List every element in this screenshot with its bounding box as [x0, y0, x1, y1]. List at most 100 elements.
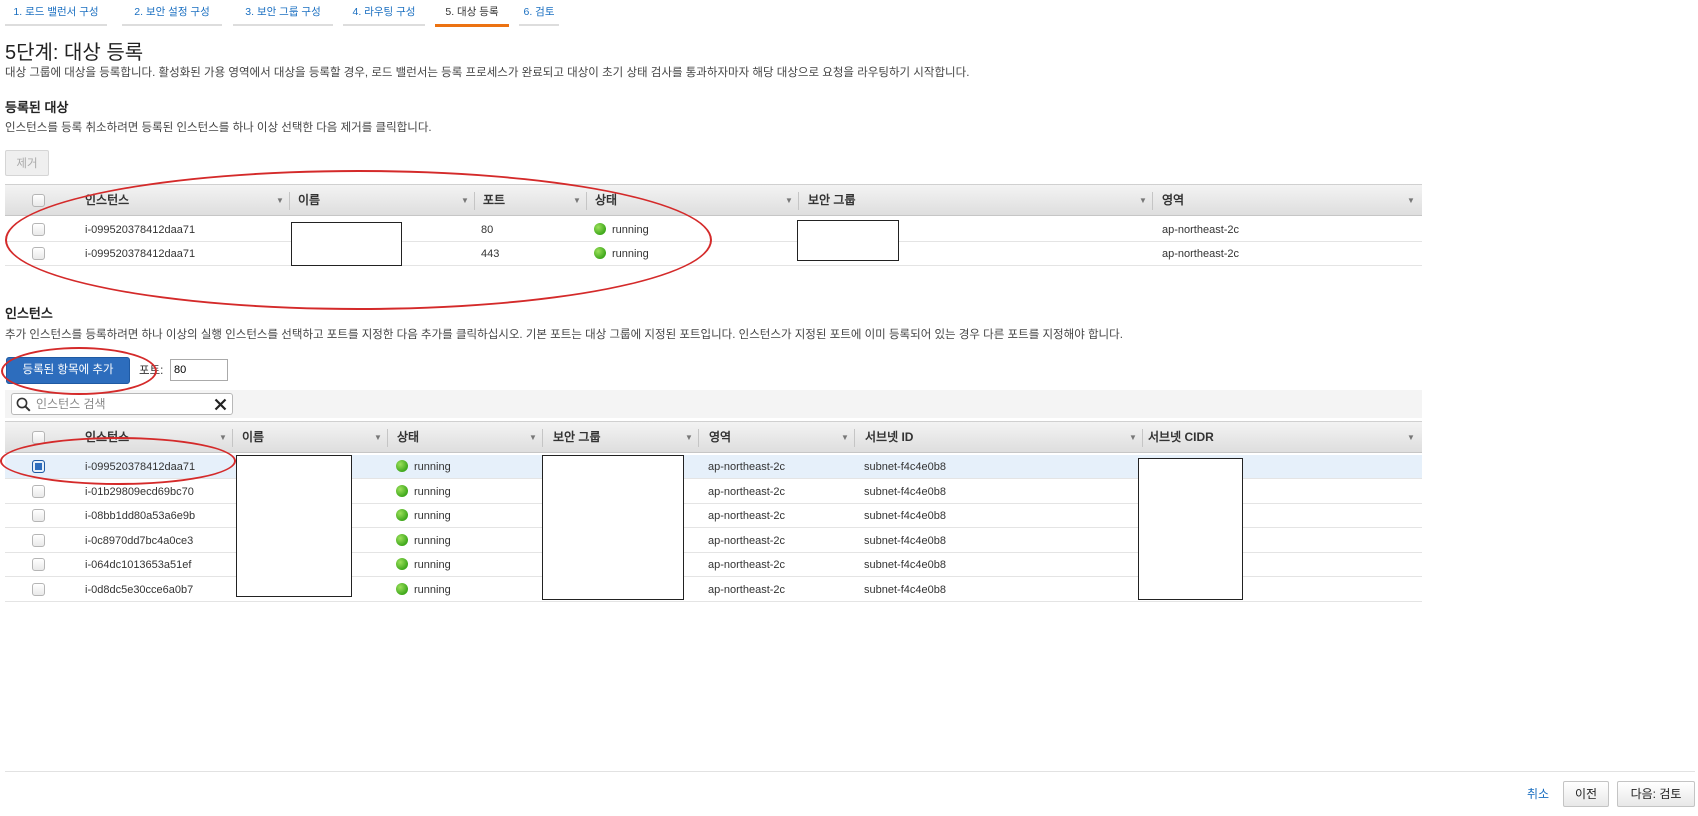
wizard-step-5[interactable]: 5. 대상 등록 [435, 0, 509, 27]
instance-id: i-0c8970dd7bc4a0ce3 [85, 534, 194, 547]
registered-row[interactable]: i-099520378412daa71 80 running ap-northe… [5, 218, 1422, 242]
instance-id: i-099520378412daa71 [85, 461, 196, 473]
select-all-checkbox[interactable] [32, 194, 45, 207]
zone: ap-northeast-2c [1162, 224, 1240, 236]
port-label: 포트: [139, 365, 164, 377]
registered-table-header: 인스턴스 ▼ 이름 ▼ 포트 ▼ 상태 ▼ 보안 그룹 ▼ 영역 ▼ [5, 184, 1422, 216]
row-checkbox[interactable] [32, 460, 45, 473]
instance-id: i-0d8dc5e30cce6a0b7 [85, 583, 194, 596]
sort-icon[interactable]: ▼ [1139, 185, 1147, 215]
column-name[interactable]: 이름 [298, 185, 320, 215]
state: running [594, 242, 649, 266]
row-checkbox[interactable] [32, 247, 45, 260]
registered-targets-heading: 등록된 대상 [5, 100, 69, 115]
column-name[interactable]: 이름 [242, 422, 264, 452]
sort-icon[interactable]: ▼ [841, 422, 849, 452]
running-status-icon [396, 460, 408, 472]
clear-icon[interactable] [214, 398, 227, 411]
port: 80 [481, 224, 494, 236]
sort-icon[interactable]: ▼ [1407, 422, 1415, 452]
column-instance[interactable]: 인스턴스 [85, 422, 129, 452]
port: 443 [481, 248, 500, 260]
sort-icon[interactable]: ▼ [785, 185, 793, 215]
state: running [396, 578, 451, 602]
subnet-id: subnet-f4c4e0b8 [864, 583, 946, 596]
wizard-step-2[interactable]: 2. 보안 설정 구성 [122, 0, 222, 26]
page-title: 5단계: 대상 등록 [5, 42, 144, 64]
wizard-step-6[interactable]: 6. 검토 [519, 0, 559, 26]
subnet-id: subnet-f4c4e0b8 [864, 510, 946, 522]
column-subnet-id[interactable]: 서브넷 ID [865, 422, 913, 452]
instance-search-input[interactable]: 인스턴스 검색 [11, 393, 233, 415]
remove-button[interactable]: 제거 [5, 150, 49, 176]
running-status-icon [396, 582, 408, 595]
redacted-security-group [542, 455, 684, 600]
sort-icon[interactable]: ▼ [276, 185, 284, 215]
running-status-icon [594, 223, 606, 235]
search-icon [16, 397, 31, 412]
instance-id: i-099520378412daa71 [85, 224, 196, 236]
state: running [396, 529, 451, 553]
running-status-icon [396, 558, 408, 570]
state: running [594, 218, 649, 242]
add-to-registered-button[interactable]: 등록된 항목에 추가 [6, 357, 130, 384]
row-checkbox[interactable] [32, 558, 45, 571]
next-review-button[interactable]: 다음: 검토 [1617, 781, 1695, 807]
running-status-icon [594, 247, 606, 259]
zone: ap-northeast-2c [708, 559, 786, 571]
column-zone[interactable]: 영역 [709, 422, 731, 452]
column-state[interactable]: 상태 [595, 185, 617, 215]
column-port[interactable]: 포트 [483, 185, 505, 215]
sort-icon[interactable]: ▼ [685, 422, 693, 452]
sort-icon[interactable]: ▼ [374, 422, 382, 452]
instances-table-header: 인스턴스 ▼ 이름 ▼ 상태 ▼ 보안 그룹 ▼ 영역 ▼ 서브넷 ID ▼ 서… [5, 421, 1422, 453]
zone: ap-northeast-2c [708, 510, 786, 522]
zone: ap-northeast-2c [708, 485, 786, 498]
row-checkbox[interactable] [32, 533, 45, 547]
instance-id: i-064dc1013653a51ef [85, 559, 192, 571]
sort-icon[interactable]: ▼ [461, 185, 469, 215]
previous-button[interactable]: 이전 [1563, 781, 1609, 807]
row-checkbox[interactable] [32, 484, 45, 498]
sort-icon[interactable]: ▼ [219, 422, 227, 452]
column-security-group[interactable]: 보안 그룹 [553, 422, 601, 452]
subnet-id: subnet-f4c4e0b8 [864, 485, 946, 498]
redacted-security-group [797, 220, 899, 261]
sort-icon[interactable]: ▼ [1129, 422, 1137, 452]
column-security-group[interactable]: 보안 그룹 [808, 185, 856, 215]
port-input[interactable] [170, 359, 228, 381]
sort-icon[interactable]: ▼ [529, 422, 537, 452]
column-instance[interactable]: 인스턴스 [85, 185, 129, 215]
select-all-checkbox[interactable] [32, 431, 45, 444]
subnet-id: subnet-f4c4e0b8 [864, 461, 946, 473]
sort-icon[interactable]: ▼ [1407, 185, 1415, 215]
subnet-id: subnet-f4c4e0b8 [864, 559, 946, 571]
state: running [396, 480, 451, 504]
row-checkbox[interactable] [32, 509, 45, 522]
instance-id: i-08bb1dd80a53a6e9b [85, 510, 196, 522]
redacted-name [291, 222, 402, 266]
cancel-link[interactable]: 취소 [1527, 781, 1549, 807]
search-placeholder: 인스턴스 검색 [36, 397, 106, 411]
wizard-step-4[interactable]: 4. 라우팅 구성 [343, 0, 425, 26]
registered-row[interactable]: i-099520378412daa71 443 running ap-north… [5, 242, 1422, 266]
column-state[interactable]: 상태 [397, 422, 419, 452]
registered-targets-description: 인스턴스를 등록 취소하려면 등록된 인스턴스를 하나 이상 선택한 다음 제거… [5, 122, 432, 134]
running-status-icon [396, 484, 408, 497]
zone: ap-northeast-2c [708, 534, 786, 547]
sort-icon[interactable]: ▼ [573, 185, 581, 215]
wizard-step-1[interactable]: 1. 로드 밸런서 구성 [5, 0, 107, 26]
subnet-id: subnet-f4c4e0b8 [864, 534, 946, 547]
page-description: 대상 그룹에 대상을 등록합니다. 활성화된 가용 영역에서 대상을 등록할 경… [5, 67, 970, 79]
wizard-step-3[interactable]: 3. 보안 그룹 구성 [233, 0, 333, 26]
column-zone[interactable]: 영역 [1162, 185, 1184, 215]
state: running [396, 553, 451, 577]
zone: ap-northeast-2c [1162, 248, 1240, 260]
row-checkbox[interactable] [32, 223, 45, 236]
redacted-name [236, 455, 352, 597]
zone: ap-northeast-2c [708, 461, 786, 473]
row-checkbox[interactable] [32, 582, 45, 596]
state: running [396, 504, 451, 528]
column-subnet-cidr[interactable]: 서브넷 CIDR [1148, 422, 1214, 452]
instances-description: 추가 인스턴스를 등록하려면 하나 이상의 실행 인스턴스를 선택하고 포트를 … [5, 329, 1123, 341]
